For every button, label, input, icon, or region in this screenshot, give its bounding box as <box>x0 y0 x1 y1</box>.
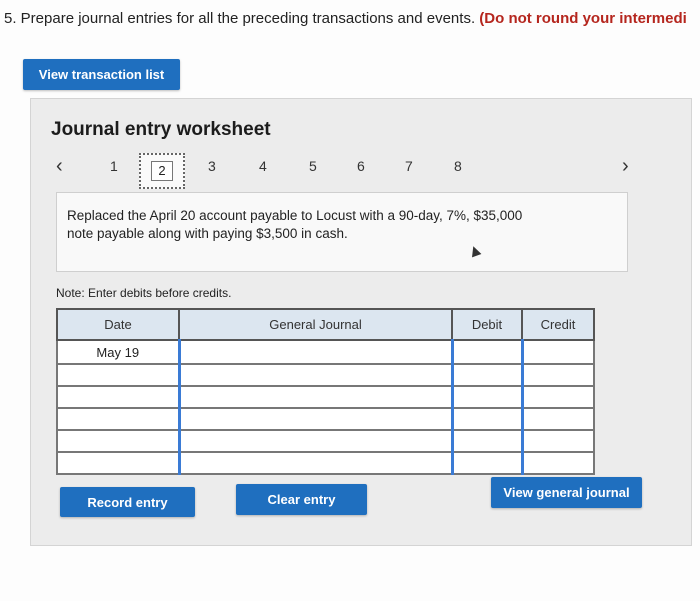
nav-item-current[interactable]: 2 <box>139 153 185 189</box>
date-cell[interactable] <box>56 385 180 409</box>
credit-input[interactable] <box>520 407 595 431</box>
nav-item-8[interactable]: 8 <box>454 158 462 174</box>
worksheet-title: Journal entry worksheet <box>51 119 271 140</box>
nav-item-3[interactable]: 3 <box>208 158 216 174</box>
table-row <box>56 429 595 453</box>
question-emphasis: (Do not round your intermedi <box>479 10 687 27</box>
table-row <box>56 385 595 409</box>
debit-input[interactable] <box>450 363 523 387</box>
table-row <box>56 451 595 475</box>
credit-input[interactable] <box>520 363 595 387</box>
clear-entry-button[interactable]: Clear entry <box>236 484 367 515</box>
header-date: Date <box>56 308 180 341</box>
table-row: May 19 <box>56 339 595 365</box>
transaction-description: Replaced the April 20 account payable to… <box>56 192 628 272</box>
credit-input[interactable] <box>520 451 595 475</box>
header-general-journal: General Journal <box>178 308 453 341</box>
record-entry-button[interactable]: Record entry <box>60 487 195 517</box>
table-row <box>56 407 595 431</box>
header-credit: Credit <box>521 308 595 341</box>
credit-input[interactable] <box>520 385 595 409</box>
table-row <box>56 363 595 387</box>
debit-input[interactable] <box>450 385 523 409</box>
debit-input[interactable] <box>450 429 523 453</box>
journal-entry-input[interactable] <box>177 385 453 409</box>
journal-entry-input[interactable] <box>177 429 453 453</box>
question-text: 5. Prepare journal entries for all the p… <box>4 10 700 27</box>
debit-input[interactable] <box>450 407 523 431</box>
journal-table: Date General Journal Debit Credit May 19 <box>56 308 595 475</box>
journal-entry-input[interactable] <box>177 339 453 365</box>
nav-item-1[interactable]: 1 <box>110 158 118 174</box>
date-cell[interactable] <box>56 451 180 475</box>
credit-input[interactable] <box>520 429 595 453</box>
chevron-left-icon[interactable]: ‹ <box>56 155 63 178</box>
description-line-2: note payable along with paying $3,500 in… <box>67 226 348 241</box>
nav-item-2[interactable]: 2 <box>151 161 173 181</box>
journal-entry-input[interactable] <box>177 407 453 431</box>
question-prefix: 5. Prepare journal entries for all the p… <box>4 10 476 27</box>
debit-input[interactable] <box>450 339 523 365</box>
header-debit: Debit <box>451 308 523 341</box>
chevron-right-icon[interactable]: › <box>622 155 629 178</box>
journal-entry-input[interactable] <box>177 363 453 387</box>
view-general-journal-button[interactable]: View general journal <box>491 477 642 508</box>
nav-item-7[interactable]: 7 <box>405 158 413 174</box>
credit-input[interactable] <box>520 339 595 365</box>
journal-entry-input[interactable] <box>177 451 453 475</box>
nav-item-6[interactable]: 6 <box>357 158 365 174</box>
nav-item-4[interactable]: 4 <box>259 158 267 174</box>
date-cell[interactable] <box>56 429 180 453</box>
nav-item-5[interactable]: 5 <box>309 158 317 174</box>
date-cell[interactable]: May 19 <box>56 339 180 365</box>
view-transaction-list-button[interactable]: View transaction list <box>23 59 180 90</box>
description-line-1: Replaced the April 20 account payable to… <box>67 208 523 223</box>
note-text: Note: Enter debits before credits. <box>56 286 232 300</box>
debit-input[interactable] <box>450 451 523 475</box>
date-cell[interactable] <box>56 407 180 431</box>
date-cell[interactable] <box>56 363 180 387</box>
